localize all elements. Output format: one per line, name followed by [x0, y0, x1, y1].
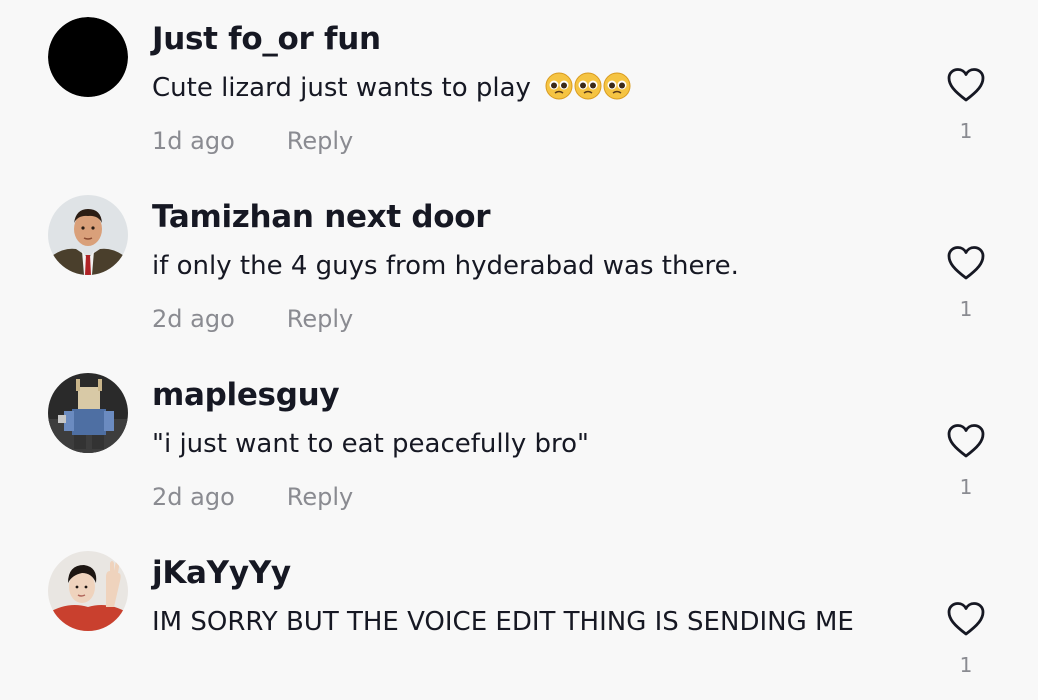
comment-meta: 1d ago Reply — [152, 127, 353, 155]
man-in-suit-avatar-image — [48, 195, 128, 275]
avatar[interactable] — [48, 17, 128, 97]
comment-username[interactable]: Just fo_or fun — [152, 21, 381, 57]
heart-outline-icon — [947, 602, 985, 636]
comment-meta: 2d ago Reply — [152, 305, 353, 333]
avatar[interactable] — [48, 373, 128, 453]
heart-outline-icon — [947, 424, 985, 458]
comment-text-content: Cute lizard just wants to play — [152, 73, 531, 103]
reply-button[interactable]: Reply — [287, 483, 353, 511]
comment-username[interactable]: jKaYyYy — [152, 555, 291, 591]
comment-username[interactable]: Tamizhan next door — [152, 199, 491, 235]
comment-username[interactable]: maplesguy — [152, 377, 340, 413]
like-count: 1 — [959, 475, 973, 499]
black-circle-avatar-image — [48, 17, 128, 97]
comment-timestamp: 1d ago — [152, 127, 235, 155]
comment-text: IM SORRY BUT THE VOICE EDIT THING IS SEN… — [152, 607, 854, 637]
comment-timestamp: 2d ago — [152, 483, 235, 511]
heart-outline-icon — [947, 246, 985, 280]
pleading-face-emoji — [545, 72, 574, 103]
person-waving-avatar-image — [48, 551, 128, 631]
reply-button[interactable]: Reply — [287, 127, 353, 155]
heart-outline-icon — [947, 68, 985, 102]
like-count: 1 — [959, 119, 973, 143]
like-count: 1 — [959, 297, 973, 321]
like-button[interactable] — [946, 245, 986, 281]
comment-meta: 2d ago Reply — [152, 483, 353, 511]
pleading-face-emoji — [603, 72, 632, 103]
comment-text: "i just want to eat peacefully bro" — [152, 429, 589, 459]
comment-text: if only the 4 guys from hyderabad was th… — [152, 251, 739, 281]
comment-timestamp: 2d ago — [152, 305, 235, 333]
like-count: 1 — [959, 653, 973, 677]
avatar[interactable] — [48, 551, 128, 631]
like-button[interactable] — [946, 423, 986, 459]
pleading-face-emoji — [574, 72, 603, 103]
reply-button[interactable]: Reply — [287, 305, 353, 333]
avatar[interactable] — [48, 195, 128, 275]
like-button[interactable] — [946, 601, 986, 637]
comment-text: Cute lizard just wants to play — [152, 66, 912, 110]
blocky-character-avatar-image — [48, 373, 128, 453]
like-button[interactable] — [946, 67, 986, 103]
